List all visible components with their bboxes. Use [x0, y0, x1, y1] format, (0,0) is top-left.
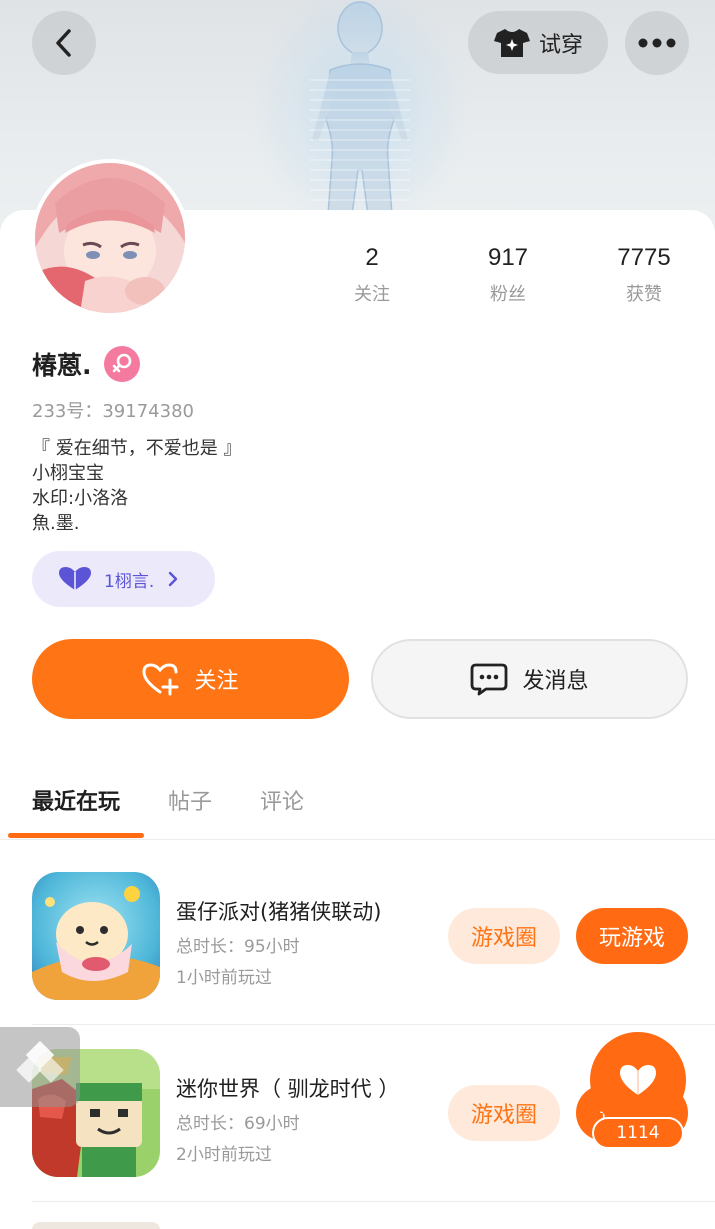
like-count-badge: 1114	[592, 1117, 684, 1149]
stat-value: 2	[365, 244, 379, 271]
game-icon-image	[32, 872, 160, 1000]
stat-label: 粉丝	[490, 284, 526, 305]
anime-avatar-image	[35, 163, 185, 313]
more-options-button[interactable]	[625, 11, 689, 75]
female-gender-badge	[103, 346, 140, 382]
bio-line: 魚.墨.	[32, 513, 80, 534]
heart-icon	[59, 567, 91, 590]
avatar[interactable]	[31, 159, 189, 317]
back-button[interactable]	[32, 11, 96, 75]
stat-label: 关注	[354, 284, 390, 305]
chat-bubble-icon	[471, 663, 508, 696]
tab-comments[interactable]: 评论	[260, 784, 304, 816]
stat-value: 7775	[617, 244, 671, 271]
tshirt-icon	[493, 28, 530, 57]
avatar-figure-hologram	[310, 1, 410, 215]
game-duration: 总时长：69小时	[176, 1114, 300, 1134]
floating-like-button[interactable]	[590, 1032, 686, 1128]
try-on-button[interactable]: 试穿	[468, 11, 608, 74]
heart-plus-icon	[142, 663, 179, 696]
group-pill-label: 1栩言.	[104, 571, 155, 592]
game-title: 迷你世界（ 驯龙时代 ）	[176, 1077, 400, 1101]
game-last-played: 1小时前玩过	[176, 968, 272, 988]
user-name: 椿蒽.	[32, 351, 92, 380]
follow-label: 关注	[194, 669, 239, 694]
bio-line: 小栩宝宝	[32, 463, 104, 484]
stat-value: 917	[487, 244, 529, 271]
heart-icon	[620, 1065, 656, 1095]
game-icon-eggy-party	[32, 872, 160, 1000]
stat-likes[interactable]: 7775 获赞	[584, 244, 704, 306]
next-game-icon-peek	[32, 1222, 160, 1229]
game-circle-button[interactable]: 游戏圈	[448, 1085, 560, 1141]
female-icon	[112, 353, 131, 373]
follow-button[interactable]: 关注	[32, 639, 349, 719]
try-on-label: 试穿	[538, 32, 583, 58]
send-message-button[interactable]: 发消息	[371, 639, 688, 719]
group-pill[interactable]: 1栩言.	[32, 551, 215, 607]
stat-label: 获赞	[626, 284, 662, 305]
user-bio: 『 爱在细节，不爱也是 』 小栩宝宝 水印:小洛洛 魚.墨.	[32, 436, 241, 536]
game-duration: 总时长：95小时	[176, 937, 300, 957]
list-item[interactable]: 蛋仔派对(猪猪侠联动) 总时长：95小时 1小时前玩过 游戏圈 玩游戏	[0, 824, 715, 1000]
play-game-button[interactable]: 玩游戏	[576, 908, 688, 964]
bio-line: 『 爱在细节，不爱也是 』	[32, 438, 242, 459]
game-circle-button[interactable]: 游戏圈	[448, 908, 560, 964]
send-message-label: 发消息	[522, 669, 589, 694]
list-divider	[32, 1201, 715, 1202]
tab-recently-played[interactable]: 最近在玩	[32, 784, 120, 816]
game-title: 蛋仔派对(猪猪侠联动)	[176, 900, 382, 924]
bio-line: 水印:小洛洛	[32, 488, 129, 509]
chevron-left-icon	[56, 29, 71, 57]
user-id: 233号：39174380	[32, 401, 194, 422]
name-row: 椿蒽.	[32, 346, 140, 382]
ellipsis-icon	[638, 38, 676, 48]
stat-followers[interactable]: 917 粉丝	[448, 244, 568, 306]
tab-posts[interactable]: 帖子	[168, 784, 212, 816]
diamond-icon	[16, 1040, 64, 1083]
game-last-played: 2小时前玩过	[176, 1145, 272, 1165]
floating-widget[interactable]	[0, 1027, 80, 1107]
chevron-right-icon	[169, 571, 178, 587]
stat-following[interactable]: 2 关注	[312, 244, 432, 306]
